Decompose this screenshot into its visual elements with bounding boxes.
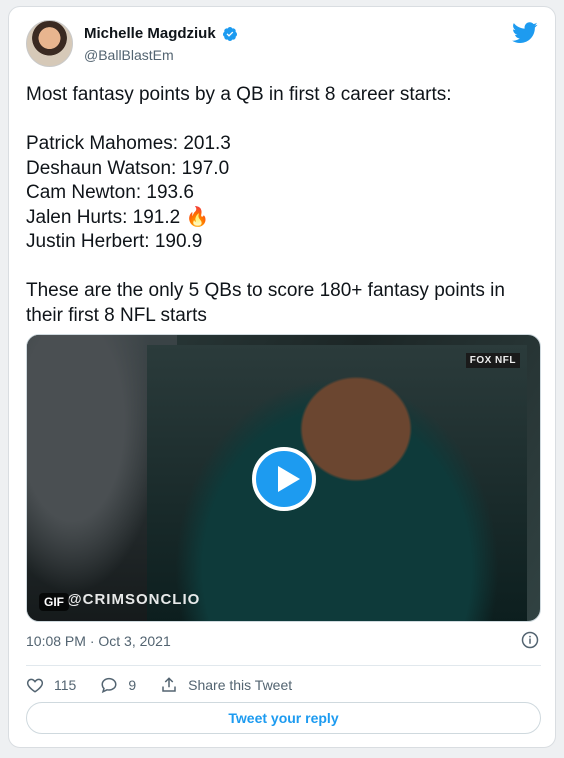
heart-icon: [26, 678, 44, 693]
tweet-line: These are the only 5 QBs to score 180+ f…: [26, 280, 505, 326]
like-button[interactable]: 115: [26, 676, 76, 694]
tweet-line: Justin Herbert: 190.9: [26, 231, 203, 252]
tweet-line: Jalen Hurts: 191.2 🔥: [26, 206, 210, 228]
gif-media[interactable]: FOX NFL @CRIMSONCLIO GIF: [26, 334, 541, 622]
tweet-line: Patrick Mahomes: 201.3: [26, 133, 231, 154]
reply-button[interactable]: 9: [100, 676, 136, 694]
tweet-line: Deshaun Watson: 197.0: [26, 157, 230, 179]
author-name[interactable]: Michelle Magdziuk: [84, 25, 216, 42]
info-icon[interactable]: [521, 631, 539, 649]
media-scene-player: [147, 345, 527, 621]
divider: [26, 665, 541, 666]
play-icon[interactable]: [252, 447, 316, 511]
tweet-card: Michelle Magdziuk @BallBlastEm Most fant…: [8, 6, 556, 748]
share-icon: [162, 677, 176, 692]
reply-count: 9: [128, 677, 137, 693]
author-name-row[interactable]: Michelle Magdziuk: [84, 25, 238, 42]
author-handle[interactable]: @BallBlastEm: [84, 47, 174, 63]
verified-badge-icon: [222, 26, 237, 41]
tweet-text: Most fantasy points by a QB in first 8 c…: [26, 83, 541, 328]
share-button[interactable]: Share this Tweet: [160, 676, 292, 694]
twitter-bird-icon[interactable]: [512, 22, 538, 44]
network-logo: FOX NFL: [465, 353, 520, 368]
tweet-line: Most fantasy points by a QB in first 8 c…: [26, 84, 452, 105]
media-watermark: @CRIMSONCLIO: [67, 591, 201, 608]
share-label: Share this Tweet: [188, 677, 293, 693]
tweet-timestamp[interactable]: 10:08 PM · Oct 3, 2021: [26, 633, 171, 649]
like-count: 115: [54, 677, 77, 693]
tweet-your-reply-button[interactable]: Tweet your reply: [26, 702, 541, 734]
tweet-line: Cam Newton: 193.6: [26, 182, 194, 203]
reply-icon: [101, 677, 117, 694]
tweet-actions: 115 9 Share this Tweet: [26, 674, 316, 696]
avatar[interactable]: [26, 20, 73, 67]
gif-badge: GIF: [39, 593, 69, 611]
